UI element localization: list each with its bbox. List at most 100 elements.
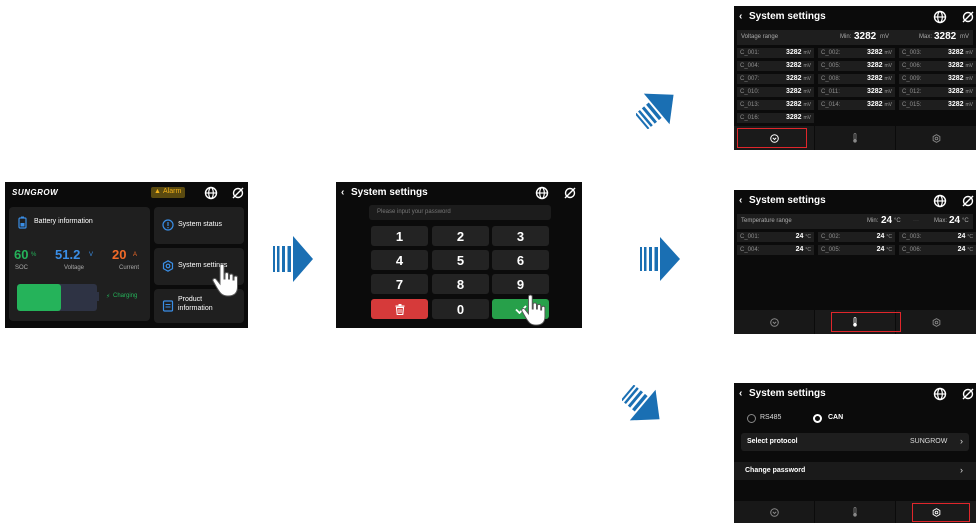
globe-icon[interactable] (933, 387, 947, 401)
min-label: Min: (840, 34, 852, 40)
cell-item: C_011: 3282 mV (818, 87, 895, 97)
globe-icon[interactable] (535, 186, 549, 200)
cell-unit: mV (803, 63, 812, 69)
back-chevron-icon[interactable]: ‹ (739, 11, 742, 22)
tab-voltage[interactable] (734, 310, 814, 334)
key-3[interactable]: 3 (492, 226, 549, 246)
key-0[interactable]: 0 (432, 299, 489, 319)
min-value: 24 (881, 215, 893, 226)
radio-rs485[interactable] (747, 414, 756, 423)
hide-icon[interactable] (231, 186, 245, 200)
voltage-label: Voltage (64, 265, 85, 271)
globe-icon[interactable] (933, 10, 947, 24)
soc-label: SOC (15, 265, 29, 271)
menu-system-status[interactable]: System status (154, 207, 244, 244)
max-value: 24 (949, 215, 961, 226)
cell-name: C_009: (902, 76, 922, 82)
hide-icon[interactable] (961, 194, 975, 208)
cell-unit: mV (884, 76, 893, 82)
hide-icon[interactable] (563, 186, 577, 200)
cell-name: C_003: (902, 234, 922, 240)
key-4[interactable]: 4 (371, 250, 428, 270)
cell-unit: mV (803, 102, 812, 108)
select-protocol-row[interactable]: Select protocol SUNGROW › (741, 433, 969, 451)
cell-item: C_003: 24 °C (899, 232, 976, 242)
back-chevron-icon[interactable]: ‹ (739, 388, 742, 399)
hide-icon[interactable] (961, 387, 975, 401)
min-label: Min: (867, 218, 879, 224)
tab-temperature[interactable] (814, 126, 895, 150)
cell-value: 24 °C (957, 246, 973, 253)
key-6[interactable]: 6 (492, 250, 549, 270)
delete-button[interactable] (371, 299, 428, 319)
soc-unit: % (31, 252, 37, 258)
globe-icon[interactable] (933, 194, 947, 208)
battery-info-label: Battery information (34, 218, 93, 225)
cell-unit: mV (803, 50, 812, 56)
arrow-right-icon (273, 236, 313, 282)
max-unit: mV (960, 34, 969, 40)
cell-value: 3282 mV (866, 101, 892, 108)
cell-value: 3282 mV (785, 101, 812, 108)
main-screen: SUNGROW ▲ Alarm Battery information 60 %… (5, 182, 248, 328)
key-2[interactable]: 2 (432, 226, 489, 246)
max-label: Max: (934, 218, 948, 224)
tab-settings[interactable] (895, 126, 976, 150)
cell-item: C_003: 3282 mV (899, 48, 976, 58)
cell-unit: °C (967, 247, 973, 253)
cell-value: 3282 mV (785, 88, 811, 95)
tab-settings[interactable] (895, 310, 976, 334)
password-input[interactable]: Please input your password (369, 205, 551, 220)
tab-voltage[interactable] (734, 501, 814, 523)
cell-name: C_001: (740, 234, 760, 240)
max-unit: °C (962, 218, 969, 224)
chevron-right-icon: › (960, 436, 963, 446)
key-1[interactable]: 1 (371, 226, 428, 246)
globe-icon[interactable] (204, 186, 218, 200)
charging-label: Charging (113, 293, 138, 299)
cell-name: C_016: (740, 115, 760, 121)
key-7[interactable]: 7 (371, 274, 428, 294)
cell-name: C_002: (821, 50, 841, 56)
thermometer-icon (853, 507, 857, 517)
cell-item: C_014: 3282 mV (818, 100, 895, 110)
back-chevron-icon[interactable]: ‹ (341, 187, 344, 198)
key-8[interactable]: 8 (432, 274, 489, 294)
cell-value: 3282 mV (785, 75, 812, 82)
cell-unit: mV (965, 102, 974, 108)
key-9[interactable]: 9 (492, 274, 549, 294)
voltage-tab-icon (769, 317, 779, 327)
cell-unit: mV (803, 76, 812, 82)
cell-item: C_009: 3282 mV (899, 74, 976, 84)
cell-unit: °C (967, 234, 973, 240)
gear-icon (162, 260, 174, 272)
can-label: CAN (828, 414, 844, 421)
current-unit: A (133, 252, 138, 258)
radio-can[interactable] (813, 414, 822, 423)
menu-system-status-label: System status (178, 221, 222, 228)
voltage-unit: V (89, 252, 94, 258)
change-password-row[interactable]: Change password › (734, 462, 976, 480)
gear-icon (932, 317, 940, 327)
cell-item: C_002: 24 °C (818, 232, 895, 242)
cell-unit: °C (805, 247, 811, 253)
select-protocol-label: Select protocol (747, 438, 798, 445)
key-5[interactable]: 5 (432, 250, 489, 270)
voltage-tab-icon (769, 507, 779, 517)
tab-temperature[interactable] (814, 501, 895, 523)
hide-icon[interactable] (961, 10, 975, 24)
current-value: 20 (112, 247, 127, 262)
highlight-frame (912, 503, 970, 522)
back-chevron-icon[interactable]: ‹ (739, 195, 742, 206)
cell-unit: mV (965, 63, 974, 69)
cell-item: C_015: 3282 mV (899, 100, 976, 110)
cell-name: C_003: (902, 50, 922, 56)
battery-icon (18, 216, 27, 229)
chevron-right-icon: › (960, 465, 963, 475)
settings-screen: ‹ System settings RS485 CAN Select proto… (734, 383, 976, 523)
cell-name: C_008: (821, 76, 841, 82)
cell-item: C_012: 3282 mV (899, 87, 976, 97)
arrow-right-icon (640, 237, 680, 281)
alarm-badge[interactable]: ▲ Alarm (151, 187, 185, 198)
cell-item: C_004: 24 °C (737, 245, 814, 255)
